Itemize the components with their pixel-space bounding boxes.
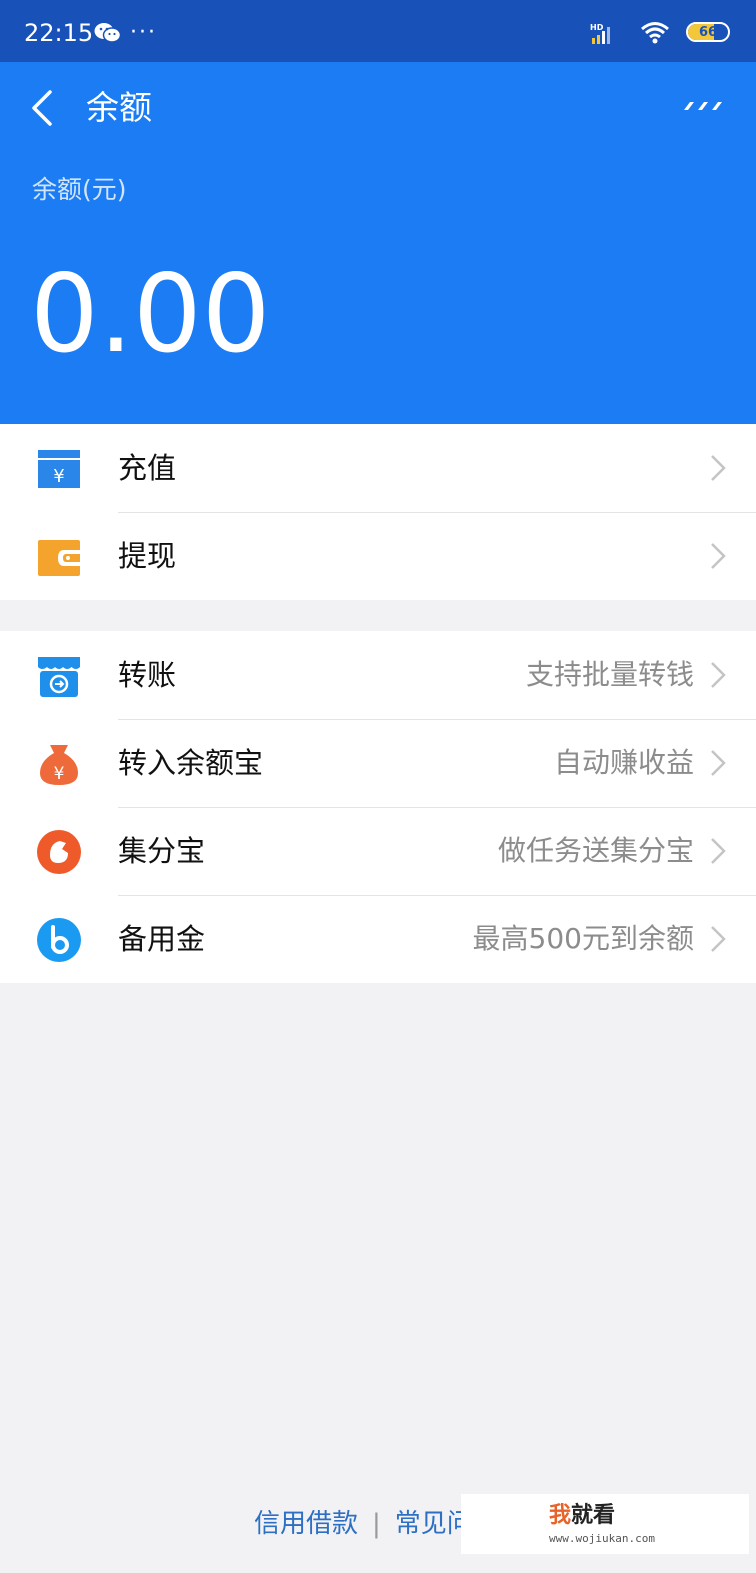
withdraw-wallet-icon bbox=[38, 540, 80, 576]
money-bag-icon: ¥ bbox=[40, 745, 78, 785]
watermark-title-b: 就看 bbox=[571, 1503, 616, 1528]
menu-item-hint: 支持批量转钱 bbox=[525, 658, 694, 691]
jifenbao-icon bbox=[37, 830, 81, 874]
chevron-right-icon bbox=[711, 926, 726, 952]
svg-text:HD: HD bbox=[590, 23, 604, 32]
chevron-right-icon bbox=[711, 838, 726, 864]
wifi-icon bbox=[641, 22, 669, 44]
balance-amount: 0.00 bbox=[30, 252, 271, 377]
svg-text:¥: ¥ bbox=[54, 764, 65, 784]
menu-item-recharge[interactable]: ¥ 充值 bbox=[0, 424, 756, 512]
footer-separator: | bbox=[372, 1509, 381, 1539]
footer-links: 信用借款 | 常见问 bbox=[254, 1506, 473, 1542]
battery-icon: 66 bbox=[686, 22, 730, 42]
watermark: 我就看 www.wojiukan.com bbox=[461, 1494, 749, 1554]
menu-item-label: 提现 bbox=[118, 539, 177, 573]
menu-item-label: 备用金 bbox=[118, 922, 206, 956]
menu-item-yuebao[interactable]: ¥ 转入余额宝 自动赚收益 bbox=[0, 719, 756, 807]
chevron-right-icon bbox=[711, 750, 726, 776]
recharge-icon: ¥ bbox=[38, 450, 80, 488]
wechat-icon bbox=[94, 23, 122, 43]
status-time: 22:15 bbox=[24, 19, 94, 47]
menu-item-label: 集分宝 bbox=[118, 834, 206, 868]
balance-label: 余额(元) bbox=[32, 175, 127, 204]
chevron-right-icon bbox=[711, 662, 726, 688]
menu-item-label: 充值 bbox=[118, 451, 177, 485]
svg-text:¥: ¥ bbox=[53, 466, 64, 487]
menu-item-transfer[interactable]: 转账 支持批量转钱 bbox=[0, 631, 756, 719]
page-title: 余额 bbox=[86, 88, 152, 127]
chevron-right-icon bbox=[711, 543, 726, 569]
menu-item-hint: 做任务送集分宝 bbox=[497, 834, 694, 867]
reserve-fund-icon bbox=[37, 918, 81, 962]
transfer-store-icon bbox=[38, 657, 80, 697]
balance-header: 余额 余额(元) 0.00 bbox=[0, 62, 756, 424]
services-group: 转账 支持批量转钱 ¥ 转入余额宝 自动赚收益 集分宝 做任务送集分宝 备用金 … bbox=[0, 631, 756, 983]
credit-loan-link[interactable]: 信用借款 bbox=[254, 1509, 358, 1539]
status-bar: 22:15 ··· HD 66 bbox=[0, 0, 756, 62]
menu-item-hint: 最高500元到余额 bbox=[472, 922, 694, 955]
menu-item-reserve-fund[interactable]: 备用金 最高500元到余额 bbox=[0, 895, 756, 983]
watermark-title-a: 我 bbox=[549, 1503, 572, 1528]
chevron-right-icon bbox=[711, 455, 726, 481]
battery-percent: 66 bbox=[698, 24, 718, 40]
menu-item-hint: 自动赚收益 bbox=[553, 746, 694, 779]
more-menu-icon[interactable] bbox=[682, 100, 724, 112]
back-arrow-icon[interactable] bbox=[28, 88, 56, 128]
menu-item-withdraw[interactable]: 提现 bbox=[0, 512, 756, 600]
menu-item-label: 转账 bbox=[118, 658, 177, 692]
signal-icon: HD bbox=[590, 23, 610, 44]
menu-item-jifenbao[interactable]: 集分宝 做任务送集分宝 bbox=[0, 807, 756, 895]
watermark-url: www.wojiukan.com bbox=[549, 1532, 655, 1545]
funds-actions-group: ¥ 充值 提现 bbox=[0, 424, 756, 600]
watermark-title: 我就看 bbox=[549, 1502, 615, 1530]
menu-item-label: 转入余额宝 bbox=[118, 746, 264, 780]
notification-more-dots: ··· bbox=[130, 20, 157, 45]
